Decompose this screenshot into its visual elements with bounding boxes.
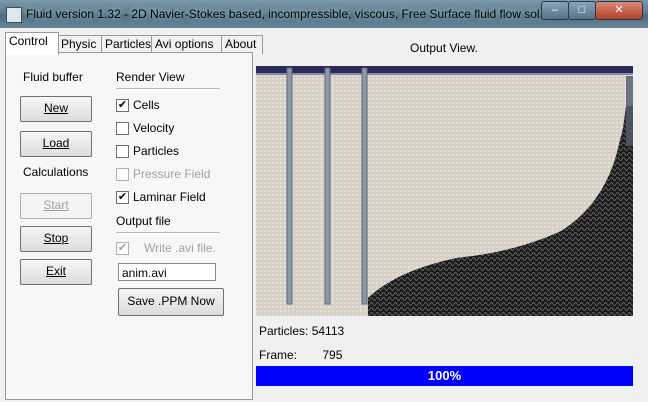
tab-control[interactable]: Control (5, 32, 59, 55)
frame-label: Frame: (259, 348, 298, 362)
fluid-render (256, 66, 633, 316)
fluid-buffer-heading: Fluid buffer (23, 70, 83, 84)
maximize-button[interactable]: □ (568, 1, 596, 20)
particles-count-label: Particles: (259, 324, 309, 338)
laminar-field-label: Laminar Field (133, 190, 206, 204)
write-avi-check-icon: ✔ (116, 242, 129, 255)
minimize-button[interactable]: – (541, 1, 569, 20)
output-view-title: Output View. (410, 41, 478, 55)
pressure-field-check-icon (116, 168, 129, 181)
app-window: Fluid version 1.32 - 2D Navier-Stokes ba… (0, 0, 648, 402)
stop-button[interactable]: Stop (20, 226, 92, 252)
save-ppm-button[interactable]: Save .PPM Now (118, 288, 224, 316)
cells-check-icon: ✔ (116, 99, 129, 112)
exit-button[interactable]: Exit (20, 259, 92, 285)
pressure-field-label: Pressure Field (133, 167, 211, 181)
velocity-label: Velocity (133, 121, 175, 135)
new-button[interactable]: New (20, 96, 92, 122)
write-avi-label: Write .avi file. (144, 241, 216, 255)
obstacle-bar-1 (286, 67, 293, 305)
avi-filename-input[interactable]: anim.avi (118, 263, 216, 281)
start-button[interactable]: Start (20, 193, 92, 219)
title-bar[interactable]: Fluid version 1.32 - 2D Navier-Stokes ba… (0, 0, 648, 28)
velocity-check-icon (116, 122, 129, 135)
frame-status: Frame: 795 (259, 348, 342, 362)
load-button[interactable]: Load (20, 131, 92, 157)
render-view-heading: Render View (116, 70, 185, 84)
top-wall (256, 66, 633, 73)
progress-bar: 100% (256, 366, 633, 386)
output-file-divider (116, 232, 220, 234)
progress-text: 100% (427, 368, 462, 383)
simulation-view (256, 66, 633, 316)
obstacle-bar-2 (324, 67, 331, 305)
close-button[interactable]: ✕ (595, 1, 643, 20)
particles-check-icon (116, 145, 129, 158)
particles-count-value: 54113 (311, 324, 345, 338)
window-title: Fluid version 1.32 - 2D Navier-Stokes ba… (26, 7, 550, 21)
output-file-heading: Output file (116, 214, 171, 228)
calculations-heading: Calculations (23, 165, 89, 179)
cells-label: Cells (133, 98, 160, 112)
laminar-field-check-icon: ✔ (116, 191, 129, 204)
render-view-divider (116, 88, 220, 90)
app-icon (6, 7, 22, 23)
frame-value: 795 (322, 348, 343, 362)
obstacle-bar-3 (361, 67, 368, 305)
particles-status: Particles: 54113 (259, 324, 344, 338)
particles-label: Particles (133, 144, 180, 158)
